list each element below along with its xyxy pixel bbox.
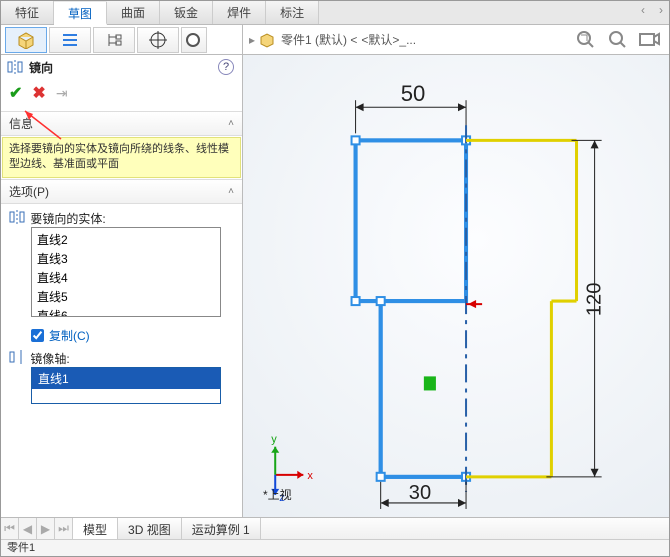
bottom-tab-model[interactable]: 模型 (73, 518, 118, 539)
fm-tab-feature-tree[interactable] (5, 27, 47, 53)
axis-label: 镜像轴: (30, 352, 69, 366)
list-item[interactable]: 直线2 (34, 230, 218, 249)
fm-tab-config[interactable] (93, 27, 135, 53)
cancel-button[interactable]: ✖ (32, 83, 45, 103)
sketch-svg: 50 (243, 55, 669, 517)
pm-title-text: 镜向 (29, 59, 53, 76)
view-toolbar (573, 27, 661, 51)
target-icon (148, 31, 168, 49)
fm-tab-dimxpert[interactable] (137, 27, 179, 53)
plus-circle-icon (185, 31, 203, 49)
zoom-fit-icon[interactable] (573, 27, 597, 51)
status-part-name: 零件1 (7, 542, 35, 554)
mirror-preview (466, 140, 576, 476)
tab-annotate[interactable]: 标注 (266, 1, 319, 24)
mirror-icon (7, 60, 23, 74)
pin-button[interactable]: ⇥ (56, 85, 68, 102)
expand-tree-icon[interactable]: ▸ (249, 33, 255, 47)
list-item[interactable]: 直线4 (34, 268, 218, 287)
axis-icon (7, 350, 27, 367)
chevron-up-icon: ˄ (228, 186, 234, 197)
origin-glyph (466, 300, 482, 308)
list-lines-icon (60, 31, 80, 49)
entities-listbox[interactable]: 直线2 直线3 直线4 直线5 直线6 (31, 227, 221, 317)
view-name-label: *上视 (263, 486, 292, 503)
camera-icon[interactable] (637, 27, 661, 51)
breadcrumb: ▸ 零件1 (默认) <<默认>_... (243, 31, 416, 48)
section-options-label: 选项(P) (9, 183, 49, 200)
pm-title-bar: 镜向 ? (1, 55, 242, 79)
zoom-area-icon[interactable] (605, 27, 629, 51)
section-options-header[interactable]: 选项(P) ˄ (1, 179, 242, 204)
property-panel: 镜向 ? ✔ ✖ ⇥ 信息 ˄ 选择要镜向的实体及镜向所绕的线条、线性模型边线、… (1, 55, 243, 517)
feature-manager-tabs (1, 25, 243, 54)
copy-checkbox-row[interactable]: 复制(C) (31, 327, 236, 344)
main-split: 镜向 ? ✔ ✖ ⇥ 信息 ˄ 选择要镜向的实体及镜向所绕的线条、线性模型边线、… (1, 55, 669, 517)
cube-icon (15, 31, 37, 49)
tab-feature[interactable]: 特征 (1, 1, 54, 24)
info-message: 选择要镜向的实体及镜向所绕的线条、线性模型边线、基准面或平面 (2, 137, 241, 178)
svg-text:120: 120 (584, 283, 606, 317)
entities-icon (7, 210, 27, 227)
relation-badge (424, 376, 436, 390)
breadcrumb-suffix: <默认>_... (361, 31, 416, 48)
tab-sketch[interactable]: 草图 (54, 2, 107, 25)
section-info-header[interactable]: 信息 ˄ (1, 111, 242, 136)
options-body: 要镜向的实体: 直线2 直线3 直线4 直线5 直线6 复制(C) 镜像轴: 直… (1, 204, 242, 414)
nav-prev-icon[interactable]: ◀ (19, 518, 37, 539)
mirror-axis-selected[interactable]: 直线1 (32, 368, 220, 389)
tab-surface[interactable]: 曲面 (107, 1, 160, 24)
list-item[interactable]: 直线6 (34, 306, 218, 317)
chevron-right-icon[interactable]: › (659, 3, 663, 17)
svg-text:x: x (307, 470, 313, 482)
nav-next-icon[interactable]: ▶ (37, 518, 55, 539)
dimension-50: 50 (356, 81, 466, 133)
copy-label: 复制(C) (49, 327, 90, 344)
bottom-tab-3dview[interactable]: 3D 视图 (118, 518, 182, 539)
list-item[interactable]: 直线5 (34, 287, 218, 306)
sketch-endpoints (352, 136, 471, 480)
svg-text:50: 50 (401, 81, 426, 106)
chevron-up-icon: ˄ (228, 118, 234, 129)
sketch-contour (356, 140, 466, 476)
svg-text:y: y (271, 434, 277, 446)
mirror-axis-blank[interactable] (32, 389, 220, 403)
nav-first-icon[interactable]: ⏮ (1, 518, 19, 539)
list-item[interactable]: 直线3 (34, 249, 218, 268)
secondary-bar: ▸ 零件1 (默认) <<默认>_... (1, 25, 669, 55)
entities-label: 要镜向的实体: (30, 212, 105, 226)
fm-tab-more[interactable] (181, 27, 207, 53)
chevron-left-icon[interactable]: ‹ (641, 3, 645, 17)
graphics-canvas[interactable]: 50 (243, 55, 669, 517)
section-info-label: 信息 (9, 115, 33, 132)
ok-button[interactable]: ✔ (9, 83, 22, 103)
mirror-axis-field[interactable]: 直线1 (31, 367, 221, 404)
copy-checkbox[interactable] (31, 329, 44, 342)
tab-sheetmetal[interactable]: 钣金 (160, 1, 213, 24)
bottom-tab-motion[interactable]: 运动算例 1 (182, 518, 261, 539)
status-bar: 零件1 (1, 539, 669, 556)
breadcrumb-part[interactable]: 零件1 (默认) < (281, 31, 357, 48)
sketch-lines (356, 140, 466, 476)
bottom-tab-bar: ⏮ ◀ ▶ ⏭ 模型 3D 视图 运动算例 1 (1, 517, 669, 539)
help-icon[interactable]: ? (218, 59, 234, 75)
top-tab-bar: 特征 草图 曲面 钣金 焊件 标注 ‹ › (1, 1, 669, 25)
top-collapse-icons: ‹ › (641, 3, 663, 17)
nav-last-icon[interactable]: ⏭ (55, 518, 73, 539)
svg-text:30: 30 (409, 482, 431, 504)
bottom-tab-nav: ⏮ ◀ ▶ ⏭ (1, 518, 73, 539)
tree-branch-icon (104, 31, 124, 49)
dimension-30: 30 (381, 482, 466, 509)
pm-action-bar: ✔ ✖ ⇥ (1, 79, 242, 111)
part-icon (259, 32, 277, 48)
fm-tab-property[interactable] (49, 27, 91, 53)
tab-weldment[interactable]: 焊件 (213, 1, 266, 24)
